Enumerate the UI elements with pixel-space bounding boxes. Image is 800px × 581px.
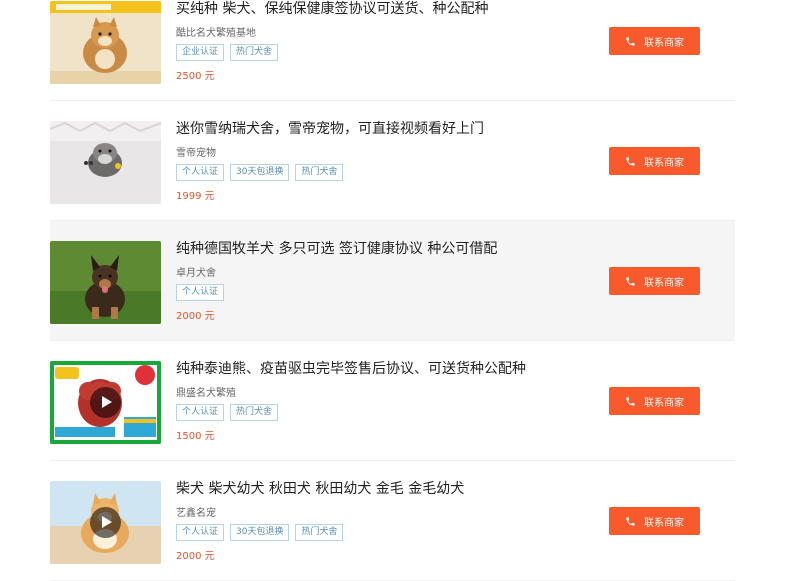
contact-seller-button[interactable]: 联系商家 <box>609 507 700 535</box>
listing-price: 1500 元 <box>176 431 215 442</box>
schnauzer-puppy-photo <box>50 121 161 204</box>
tag-badge: 个人认证 <box>176 404 225 421</box>
listing-price: 1999 元 <box>176 191 215 202</box>
seller-name[interactable]: 酷比名犬繁殖基地 <box>176 24 256 39</box>
contact-seller-button[interactable]: 联系商家 <box>609 147 700 175</box>
tag-badge: 热门犬舍 <box>295 164 344 181</box>
listing-tags: 个人认证 <box>176 284 225 301</box>
tag-badge: 30天包退换 <box>230 524 290 541</box>
tag-badge: 个人认证 <box>176 164 225 181</box>
tag-badge: 热门犬舍 <box>295 524 344 541</box>
listing-item[interactable]: 纯种泰迪熊、疫苗驱虫完毕签售后协议、可送货种公配种 鼎盛名犬繁殖 个人认证 热门… <box>50 341 735 461</box>
seller-name[interactable]: 鼎盛名犬繁殖 <box>176 384 236 399</box>
german-shepherd-puppy-photo <box>50 241 161 324</box>
listing-price: 2500 元 <box>176 71 215 82</box>
listing-tags: 个人认证 30天包退换 热门犬舍 <box>176 524 344 541</box>
listing-price: 2000 元 <box>176 551 215 562</box>
phone-icon <box>625 156 636 167</box>
listing-image[interactable] <box>50 1 161 84</box>
contact-seller-button[interactable]: 联系商家 <box>609 27 700 55</box>
contact-label: 联系商家 <box>644 517 684 529</box>
tag-badge: 30天包退换 <box>230 164 290 181</box>
tag-badge: 个人认证 <box>176 284 225 301</box>
seller-name[interactable]: 卓月犬舍 <box>176 264 216 279</box>
listing-image[interactable] <box>50 121 161 204</box>
listing-item[interactable]: 迷你雪纳瑞犬舍，雪帝宠物，可直接视频看好上门 雪帝宠物 个人认证 30天包退换 … <box>50 101 735 221</box>
listing-title[interactable]: 迷你雪纳瑞犬舍，雪帝宠物，可直接视频看好上门 <box>176 118 484 138</box>
listing-item[interactable]: 买纯种 柴犬、保纯保健康签协议可送货、种公配种 酷比名犬繁殖基地 企业认证 热门… <box>50 0 735 101</box>
listing-title[interactable]: 买纯种 柴犬、保纯保健康签协议可送货、种公配种 <box>176 0 488 18</box>
listing-title[interactable]: 纯种泰迪熊、疫苗驱虫完毕签售后协议、可送货种公配种 <box>176 358 526 378</box>
shiba-puppy-photo <box>50 1 161 84</box>
listing-image[interactable] <box>50 241 161 324</box>
contact-seller-button[interactable]: 联系商家 <box>609 387 700 415</box>
listing-tags: 个人认证 30天包退换 热门犬舍 <box>176 164 344 181</box>
listing-price: 2000 元 <box>176 311 215 322</box>
tag-badge: 个人认证 <box>176 524 225 541</box>
tag-badge: 热门犬舍 <box>230 404 279 421</box>
seller-name[interactable]: 雪帝宠物 <box>176 144 216 159</box>
listing-tags: 企业认证 热门犬舍 <box>176 44 279 61</box>
listing-item[interactable]: 纯种德国牧羊犬 多只可选 签订健康协议 种公可借配 卓月犬舍 个人认证 2000… <box>50 221 735 341</box>
phone-icon <box>625 516 636 527</box>
phone-icon <box>625 276 636 287</box>
contact-label: 联系商家 <box>644 37 684 49</box>
listing-image[interactable] <box>50 361 161 444</box>
seller-name[interactable]: 艺鑫名宠 <box>176 504 216 519</box>
play-icon[interactable] <box>90 387 121 418</box>
play-icon[interactable] <box>90 507 121 538</box>
contact-seller-button[interactable]: 联系商家 <box>609 267 700 295</box>
listing-tags: 个人认证 热门犬舍 <box>176 404 279 421</box>
tag-badge: 热门犬舍 <box>230 44 279 61</box>
listing-list: 买纯种 柴犬、保纯保健康签协议可送货、种公配种 酷比名犬繁殖基地 企业认证 热门… <box>50 0 735 581</box>
phone-icon <box>625 396 636 407</box>
contact-label: 联系商家 <box>644 397 684 409</box>
tag-badge: 企业认证 <box>176 44 225 61</box>
contact-label: 联系商家 <box>644 277 684 289</box>
listing-image[interactable] <box>50 481 161 564</box>
listing-item[interactable]: 柴犬 柴犬幼犬 秋田犬 秋田幼犬 金毛 金毛幼犬 艺鑫名宠 个人认证 30天包退… <box>50 461 735 581</box>
contact-label: 联系商家 <box>644 157 684 169</box>
phone-icon <box>625 36 636 47</box>
listing-title[interactable]: 柴犬 柴犬幼犬 秋田犬 秋田幼犬 金毛 金毛幼犬 <box>176 478 464 498</box>
listing-title[interactable]: 纯种德国牧羊犬 多只可选 签订健康协议 种公可借配 <box>176 238 497 258</box>
